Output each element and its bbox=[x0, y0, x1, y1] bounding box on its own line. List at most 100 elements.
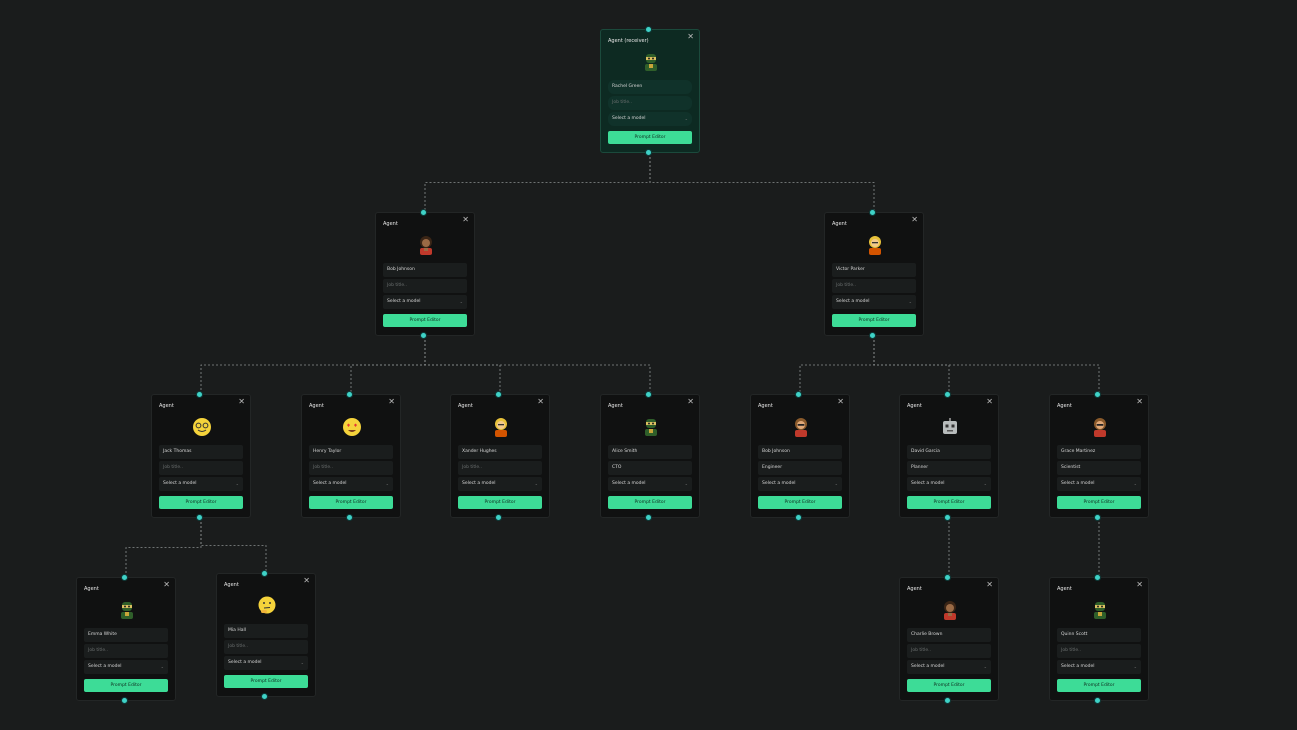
agent-name-field[interactable]: Xander Hughes bbox=[458, 445, 542, 459]
prompt-editor-button[interactable]: Prompt Editor bbox=[383, 314, 467, 327]
input-handle[interactable] bbox=[645, 26, 652, 33]
job-title-field[interactable]: Job title.. bbox=[224, 640, 308, 654]
input-handle[interactable] bbox=[944, 574, 951, 581]
model-select[interactable]: Select a model ⌄ bbox=[608, 112, 692, 126]
agent-name-field[interactable]: Emma White bbox=[84, 628, 168, 642]
model-select[interactable]: Select a model ⌄ bbox=[383, 295, 467, 309]
close-icon[interactable]: ✕ bbox=[537, 398, 544, 406]
prompt-editor-button[interactable]: Prompt Editor bbox=[458, 496, 542, 509]
input-handle[interactable] bbox=[1094, 574, 1101, 581]
agent-name-field[interactable]: Jack Thomas bbox=[159, 445, 243, 459]
close-icon[interactable]: ✕ bbox=[687, 33, 694, 41]
agent-name-field[interactable]: Victor Parker bbox=[832, 263, 916, 277]
input-handle[interactable] bbox=[196, 391, 203, 398]
close-icon[interactable]: ✕ bbox=[986, 398, 993, 406]
close-icon[interactable]: ✕ bbox=[238, 398, 245, 406]
input-handle[interactable] bbox=[869, 209, 876, 216]
model-select[interactable]: Select a model ⌄ bbox=[758, 477, 842, 491]
output-handle[interactable] bbox=[495, 514, 502, 521]
agent-name-field[interactable]: Quinn Scott bbox=[1057, 628, 1141, 642]
input-handle[interactable] bbox=[261, 570, 268, 577]
job-title-field[interactable]: Engineer bbox=[758, 461, 842, 475]
input-handle[interactable] bbox=[121, 574, 128, 581]
agent-node-n5[interactable]: Agent ✕ Xander Hughes Job title.. Select… bbox=[450, 391, 550, 521]
agent-node-n1[interactable]: Agent ✕ Bob Johnson Job title.. Select a… bbox=[375, 209, 475, 339]
job-title-field[interactable]: Job title.. bbox=[608, 96, 692, 110]
output-handle[interactable] bbox=[869, 332, 876, 339]
job-title-field[interactable]: Job title.. bbox=[832, 279, 916, 293]
agent-name-field[interactable]: Henry Taylor bbox=[309, 445, 393, 459]
agent-node-n8[interactable]: Agent ✕ David Garcia Planner Select a mo… bbox=[899, 391, 999, 521]
flow-canvas[interactable]: Agent (receiver) ✕ Rachel Green Job titl… bbox=[0, 0, 1297, 730]
job-title-field[interactable]: CTO bbox=[608, 461, 692, 475]
input-handle[interactable] bbox=[645, 391, 652, 398]
close-icon[interactable]: ✕ bbox=[388, 398, 395, 406]
agent-node-n7[interactable]: Agent ✕ Bob Johnson Engineer Select a mo… bbox=[750, 391, 850, 521]
agent-name-field[interactable]: Grace Martinez bbox=[1057, 445, 1141, 459]
model-select[interactable]: Select a model ⌄ bbox=[608, 477, 692, 491]
agent-name-field[interactable]: Bob Johnson bbox=[758, 445, 842, 459]
model-select[interactable]: Select a model ⌄ bbox=[1057, 477, 1141, 491]
prompt-editor-button[interactable]: Prompt Editor bbox=[309, 496, 393, 509]
job-title-field[interactable]: Job title.. bbox=[1057, 644, 1141, 658]
job-title-field[interactable]: Job title.. bbox=[907, 644, 991, 658]
prompt-editor-button[interactable]: Prompt Editor bbox=[608, 496, 692, 509]
output-handle[interactable] bbox=[795, 514, 802, 521]
close-icon[interactable]: ✕ bbox=[462, 216, 469, 224]
job-title-field[interactable]: Job title.. bbox=[309, 461, 393, 475]
prompt-editor-button[interactable]: Prompt Editor bbox=[84, 679, 168, 692]
close-icon[interactable]: ✕ bbox=[1136, 581, 1143, 589]
prompt-editor-button[interactable]: Prompt Editor bbox=[832, 314, 916, 327]
output-handle[interactable] bbox=[944, 697, 951, 704]
model-select[interactable]: Select a model ⌄ bbox=[224, 656, 308, 670]
agent-node-n11[interactable]: Agent ✕ Mia Hall Job title.. Select a mo… bbox=[216, 570, 316, 700]
output-handle[interactable] bbox=[645, 514, 652, 521]
prompt-editor-button[interactable]: Prompt Editor bbox=[159, 496, 243, 509]
prompt-editor-button[interactable]: Prompt Editor bbox=[1057, 679, 1141, 692]
job-title-field[interactable]: Planner bbox=[907, 461, 991, 475]
agent-name-field[interactable]: Bob Johnson bbox=[383, 263, 467, 277]
agent-node-n3[interactable]: Agent ✕ Jack Thomas Job title.. Select a… bbox=[151, 391, 251, 521]
output-handle[interactable] bbox=[1094, 697, 1101, 704]
agent-name-field[interactable]: Alice Smith bbox=[608, 445, 692, 459]
output-handle[interactable] bbox=[944, 514, 951, 521]
model-select[interactable]: Select a model ⌄ bbox=[84, 660, 168, 674]
output-handle[interactable] bbox=[196, 514, 203, 521]
prompt-editor-button[interactable]: Prompt Editor bbox=[1057, 496, 1141, 509]
model-select[interactable]: Select a model ⌄ bbox=[1057, 660, 1141, 674]
agent-node-n2[interactable]: Agent ✕ Victor Parker Job title.. Select… bbox=[824, 209, 924, 339]
output-handle[interactable] bbox=[121, 697, 128, 704]
agent-node-n4[interactable]: Agent ✕ Henry Taylor Job title.. Select … bbox=[301, 391, 401, 521]
output-handle[interactable] bbox=[346, 514, 353, 521]
job-title-field[interactable]: Job title.. bbox=[458, 461, 542, 475]
input-handle[interactable] bbox=[944, 391, 951, 398]
agent-node-n0[interactable]: Agent (receiver) ✕ Rachel Green Job titl… bbox=[600, 26, 700, 156]
input-handle[interactable] bbox=[420, 209, 427, 216]
agent-node-n9[interactable]: Agent ✕ Grace Martinez Scientist Select … bbox=[1049, 391, 1149, 521]
prompt-editor-button[interactable]: Prompt Editor bbox=[907, 679, 991, 692]
agent-name-field[interactable]: Rachel Green bbox=[608, 80, 692, 94]
model-select[interactable]: Select a model ⌄ bbox=[159, 477, 243, 491]
prompt-editor-button[interactable]: Prompt Editor bbox=[608, 131, 692, 144]
model-select[interactable]: Select a model ⌄ bbox=[458, 477, 542, 491]
model-select[interactable]: Select a model ⌄ bbox=[832, 295, 916, 309]
output-handle[interactable] bbox=[420, 332, 427, 339]
prompt-editor-button[interactable]: Prompt Editor bbox=[224, 675, 308, 688]
prompt-editor-button[interactable]: Prompt Editor bbox=[758, 496, 842, 509]
job-title-field[interactable]: Job title.. bbox=[84, 644, 168, 658]
output-handle[interactable] bbox=[261, 693, 268, 700]
input-handle[interactable] bbox=[1094, 391, 1101, 398]
job-title-field[interactable]: Job title.. bbox=[159, 461, 243, 475]
model-select[interactable]: Select a model ⌄ bbox=[907, 477, 991, 491]
output-handle[interactable] bbox=[1094, 514, 1101, 521]
output-handle[interactable] bbox=[645, 149, 652, 156]
agent-node-n10[interactable]: Agent ✕ Emma White Job title.. Select a … bbox=[76, 574, 176, 704]
close-icon[interactable]: ✕ bbox=[687, 398, 694, 406]
agent-name-field[interactable]: Mia Hall bbox=[224, 624, 308, 638]
agent-node-n6[interactable]: Agent ✕ Alice Smith CTO Select a model ⌄ … bbox=[600, 391, 700, 521]
close-icon[interactable]: ✕ bbox=[837, 398, 844, 406]
model-select[interactable]: Select a model ⌄ bbox=[309, 477, 393, 491]
job-title-field[interactable]: Scientist bbox=[1057, 461, 1141, 475]
close-icon[interactable]: ✕ bbox=[1136, 398, 1143, 406]
model-select[interactable]: Select a model ⌄ bbox=[907, 660, 991, 674]
